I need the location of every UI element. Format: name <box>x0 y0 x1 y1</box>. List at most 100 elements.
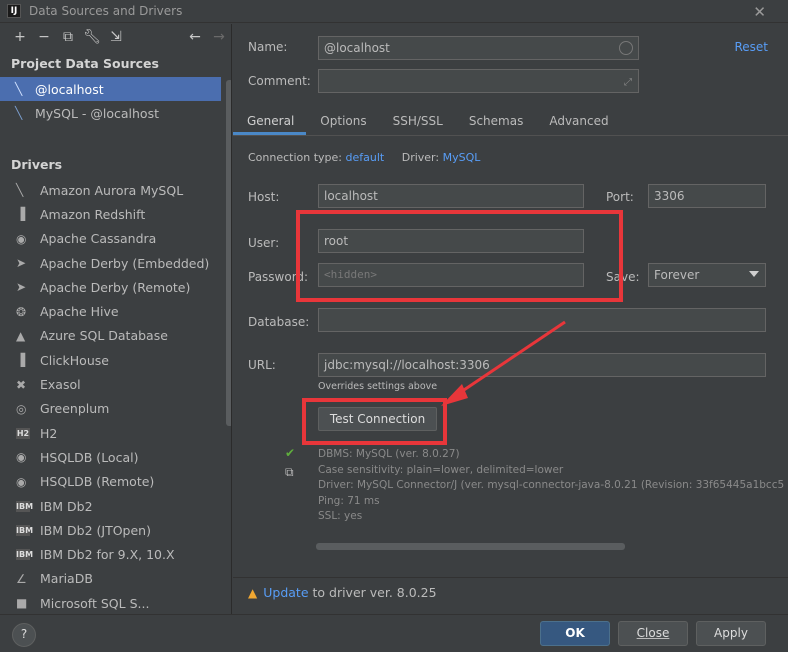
driver-item[interactable]: ▲ Azure SQL Database <box>0 324 231 348</box>
driver-link[interactable]: MySQL <box>443 151 481 164</box>
driver-item[interactable]: IBM IBM Db2 (JTOpen) <box>0 518 231 542</box>
intellij-app-icon: IJ <box>7 4 21 18</box>
back-icon[interactable]: ← <box>183 29 207 45</box>
duplicate-icon[interactable]: ⧉ <box>56 29 80 45</box>
driver-item[interactable]: ◉ HSQLDB (Remote) <box>0 470 231 494</box>
forward-icon[interactable]: → <box>207 29 231 45</box>
save-dropdown-value: Forever <box>654 268 700 282</box>
update-link[interactable]: Update <box>263 585 308 600</box>
driver-item[interactable]: ➤ Apache Derby (Embedded) <box>0 251 231 275</box>
mssql-icon: ■ <box>16 596 28 611</box>
comment-label: Comment: <box>248 74 311 88</box>
driver-label: IBM Db2 for 9.X, 10.X <box>40 547 175 563</box>
mysql-icon: ╲ <box>15 82 23 96</box>
driver-label: Exasol <box>40 377 81 393</box>
driver-item[interactable]: ▐ ClickHouse <box>0 348 231 372</box>
url-label: URL: <box>248 358 276 372</box>
result-horizontal-scrollbar[interactable] <box>316 543 625 550</box>
driver-label: Microsoft SQL S... <box>40 595 150 611</box>
driver-label: IBM Db2 (JTOpen) <box>40 522 151 538</box>
ibm-db2-icon: IBM <box>16 549 34 561</box>
project-data-sources-heading: Project Data Sources <box>11 56 159 71</box>
driver-label: H2 <box>40 425 58 441</box>
remove-icon[interactable]: − <box>32 29 56 45</box>
tab-schemas[interactable]: Schemas <box>455 106 536 135</box>
driver-item[interactable]: ◎ Greenplum <box>0 397 231 421</box>
left-scrollbar[interactable] <box>226 80 231 426</box>
add-icon[interactable]: + <box>8 29 32 45</box>
driver-label: Driver: <box>401 151 440 164</box>
tab-advanced[interactable]: Advanced <box>535 106 620 135</box>
name-label: Name: <box>248 40 288 54</box>
driver-label: Amazon Redshift <box>40 206 146 222</box>
copy-icon[interactable]: ⧉ <box>285 465 294 480</box>
database-field[interactable] <box>318 308 766 332</box>
data-source-label: MySQL - @localhost <box>35 105 159 121</box>
wrench-icon[interactable]: 🔧︎ <box>80 29 104 45</box>
left-toolbar: + − ⧉ 🔧︎ ⇲ ← → <box>0 24 231 50</box>
aurora-icon: ╲ <box>16 183 24 198</box>
connection-type-label: Connection type: <box>248 151 343 164</box>
driver-label: Amazon Aurora MySQL <box>40 182 184 198</box>
success-check-icon: ✔ <box>285 446 296 460</box>
url-field[interactable]: jdbc:mysql://localhost:3306 <box>318 353 766 377</box>
ibm-db2-icon: IBM <box>16 500 34 512</box>
host-field[interactable]: localhost <box>318 184 584 208</box>
driver-item[interactable]: ▐ Amazon Redshift <box>0 202 231 226</box>
hsqldb-icon: ◉ <box>16 450 27 465</box>
help-button[interactable]: ? <box>12 623 36 647</box>
color-circle-icon[interactable] <box>619 41 633 55</box>
driver-item[interactable]: ✖ Exasol <box>0 372 231 396</box>
driver-label: HSQLDB (Remote) <box>40 474 155 490</box>
url-override-note: Overrides settings above <box>318 381 438 392</box>
driver-label: Apache Derby (Remote) <box>40 279 191 295</box>
driver-item[interactable]: ∠ MariaDB <box>0 567 231 591</box>
driver-label: Greenplum <box>40 401 110 417</box>
window-title: Data Sources and Drivers <box>29 4 183 18</box>
driver-label: Apache Cassandra <box>40 231 157 247</box>
driver-item[interactable]: ◉ Apache Cassandra <box>0 227 231 251</box>
warning-icon: ▲ <box>248 585 258 600</box>
driver-item[interactable]: IBM IBM Db2 <box>0 494 231 518</box>
connection-type-row: Connection type: default Driver: MySQL <box>248 151 480 164</box>
drivers-list: ╲ Amazon Aurora MySQL ▐ Amazon Redshift ◉ Apa… <box>0 178 231 614</box>
driver-label: ClickHouse <box>40 352 109 368</box>
driver-item[interactable]: ❂ Apache Hive <box>0 299 231 323</box>
hive-icon: ❂ <box>16 304 27 319</box>
port-label: Port: <box>606 190 634 204</box>
annotation-box-credentials <box>296 210 623 302</box>
apply-button[interactable]: Apply <box>696 621 766 646</box>
import-icon[interactable]: ⇲ <box>104 29 128 45</box>
hsqldb-icon: ◉ <box>16 474 27 489</box>
driver-item[interactable]: H2 H2 <box>0 421 231 445</box>
name-field[interactable]: @localhost <box>318 36 639 60</box>
data-source-localhost[interactable]: ╲ @localhost <box>0 77 221 101</box>
tab-options[interactable]: Options <box>306 106 378 135</box>
driver-item[interactable]: ■ Microsoft SQL S... <box>0 591 231 614</box>
connection-type-link[interactable]: default <box>346 151 385 164</box>
azure-icon: ▲ <box>16 328 26 343</box>
derby-icon: ➤ <box>16 256 27 271</box>
driver-item[interactable]: ➤ Apache Derby (Remote) <box>0 275 231 299</box>
name-value: @localhost <box>324 41 390 55</box>
driver-item[interactable]: ◉ HSQLDB (Local) <box>0 445 231 469</box>
comment-field[interactable]: ⤢ <box>318 69 639 93</box>
ok-button[interactable]: OK <box>540 621 610 646</box>
mysql-icon: ╲ <box>15 106 23 120</box>
tab-general[interactable]: General <box>233 106 307 135</box>
derby-icon: ➤ <box>16 280 27 295</box>
result-line: SSL: yes <box>318 510 363 522</box>
reset-link[interactable]: Reset <box>734 40 768 54</box>
driver-item[interactable]: ╲ Amazon Aurora MySQL <box>0 178 231 202</box>
data-source-mysql-localhost[interactable]: ╲ MySQL - @localhost <box>0 101 231 125</box>
port-field[interactable]: 3306 <box>648 184 766 208</box>
close-window-icon[interactable]: ✕ <box>753 3 766 21</box>
database-label: Database: <box>248 315 310 329</box>
driver-label: IBM Db2 <box>40 498 93 514</box>
tab-ssh-ssl[interactable]: SSH/SSL <box>379 106 455 135</box>
expand-icon[interactable]: ⤢ <box>624 72 632 94</box>
close-button[interactable]: Close <box>618 621 688 646</box>
driver-item[interactable]: IBM IBM Db2 for 9.X, 10.X <box>0 542 231 566</box>
driver-label: Azure SQL Database <box>40 328 168 344</box>
save-dropdown[interactable]: Forever <box>648 263 766 287</box>
